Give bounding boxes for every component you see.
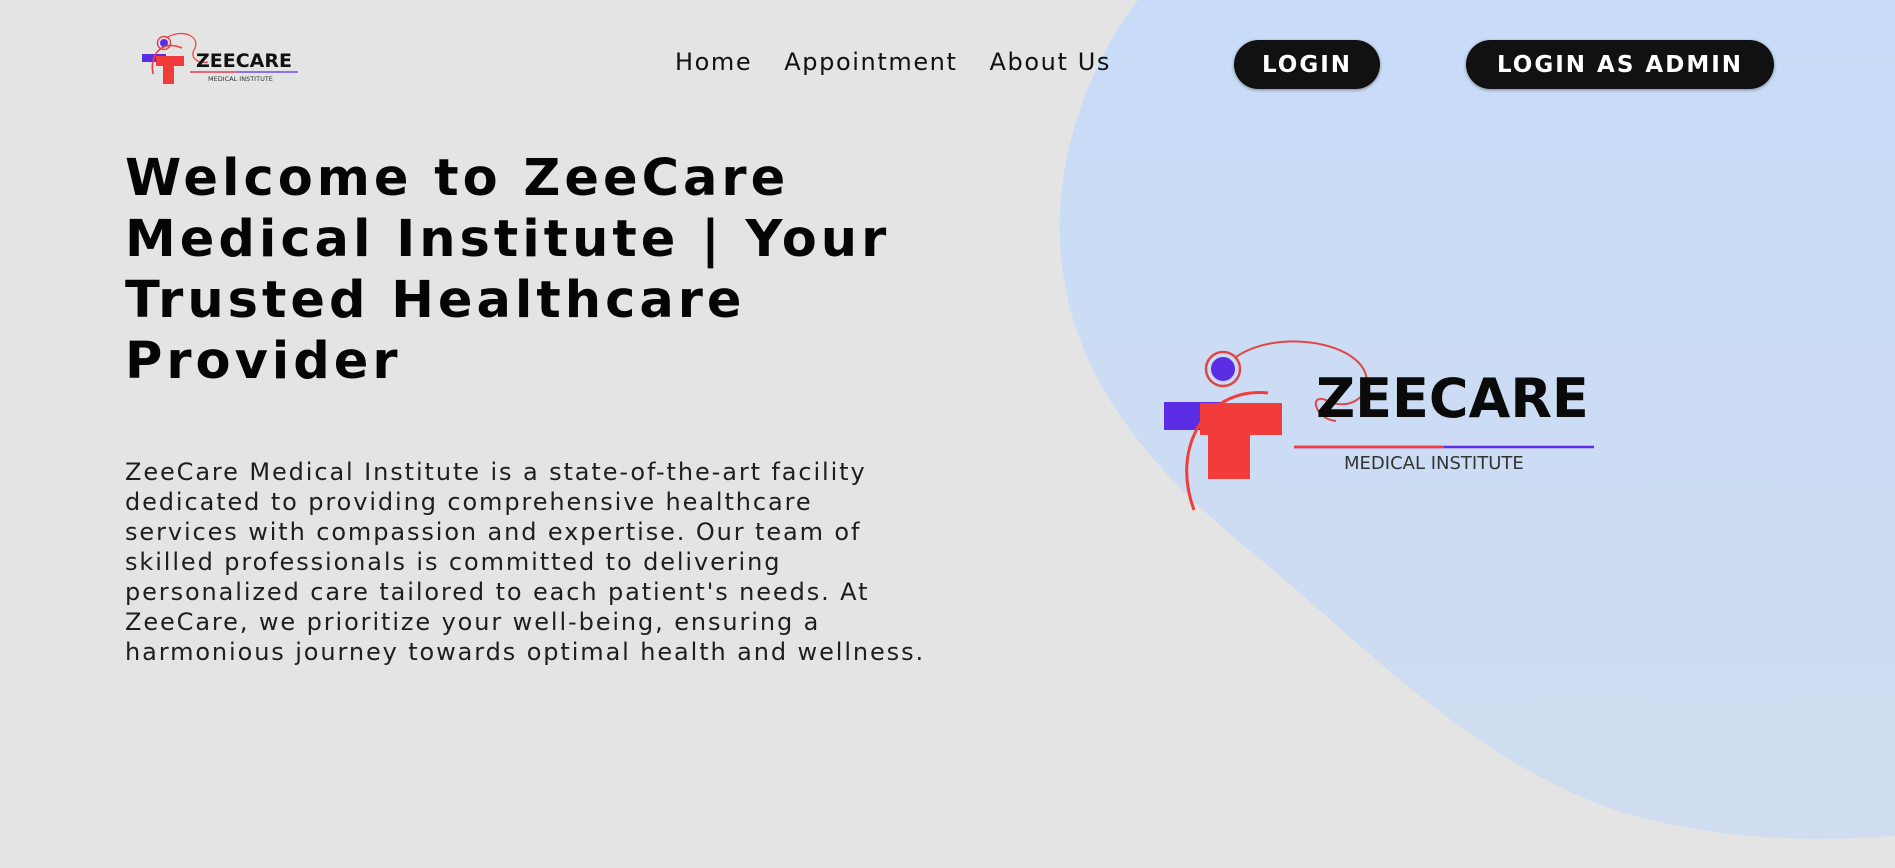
background-blob	[1059, 0, 1895, 839]
brand-logo[interactable]: ZEECARE MEDICAL INSTITUTE	[138, 30, 302, 100]
nav-home-link[interactable]: Home	[675, 48, 752, 76]
hero-logo: ZEECARE MEDICAL INSTITUTE	[1164, 340, 1594, 511]
brand-tagline-large: MEDICAL INSTITUTE	[1344, 453, 1524, 474]
hero-description: ZeeCare Medical Institute is a state-of-…	[125, 458, 925, 666]
login-as-admin-button[interactable]: LOGIN AS ADMIN	[1466, 40, 1774, 89]
nav-about-us-link[interactable]: About Us	[990, 48, 1111, 76]
nav-appointment-link[interactable]: Appointment	[784, 48, 957, 76]
brand-tagline-small: MEDICAL INSTITUTE	[208, 75, 273, 83]
main-nav: Home Appointment About Us	[675, 48, 1111, 76]
hero-section: Welcome to ZeeCare Medical Institute | Y…	[125, 148, 965, 392]
brand-name-large: ZEECARE	[1316, 367, 1589, 430]
login-button[interactable]: LOGIN	[1234, 40, 1380, 89]
navbar: ZEECARE MEDICAL INSTITUTE Home Appointme…	[0, 0, 1895, 130]
hero-title: Welcome to ZeeCare Medical Institute | Y…	[125, 149, 891, 391]
brand-name-small: ZEECARE	[196, 50, 292, 72]
